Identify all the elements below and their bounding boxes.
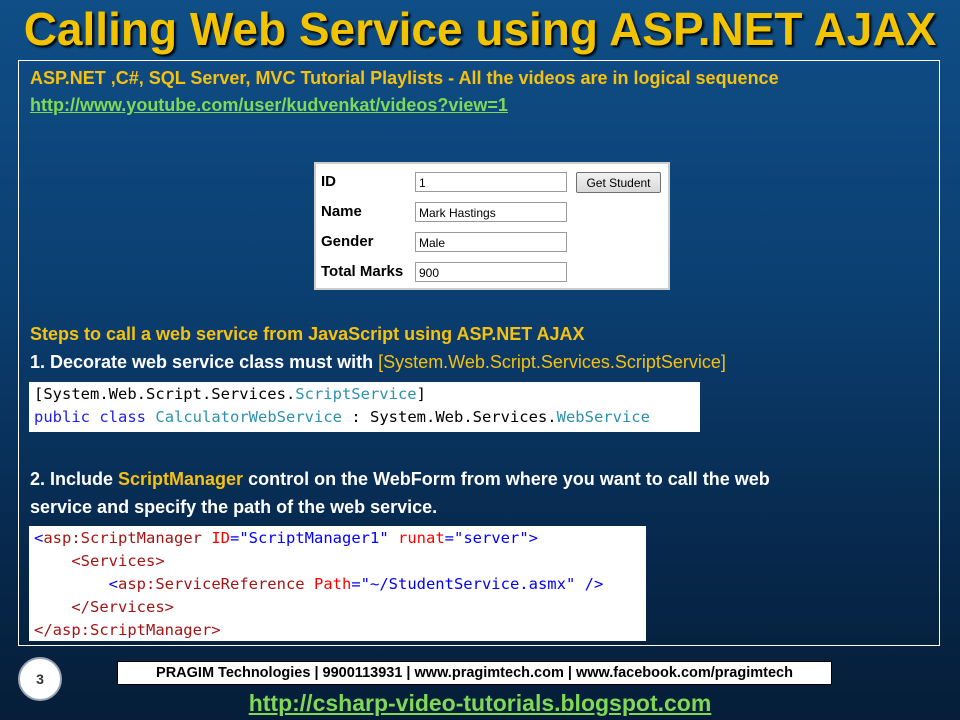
name-label: Name	[321, 203, 362, 220]
total-marks-label: Total Marks	[321, 263, 404, 280]
code2-services-open: <Services>	[71, 552, 165, 570]
code-block-scriptmanager: <asp:ScriptManager ID="ScriptManager1" r…	[29, 526, 646, 641]
footer-contact: PRAGIM Technologies | 9900113931 | www.p…	[117, 661, 832, 685]
code2-id-val: "ScriptManager1"	[239, 529, 389, 547]
gender-input[interactable]: Male	[415, 232, 567, 252]
student-form: ID 1 Get Student Name Mark Hastings Gend…	[314, 162, 670, 290]
step1-prefix: 1. Decorate web service class must with	[30, 352, 379, 372]
code1-bracket: ]	[416, 385, 426, 403]
step2-text-line2: service and specify the path of the web …	[30, 497, 438, 517]
id-label: ID	[321, 173, 336, 190]
step2-prefix: 2. Include	[30, 469, 119, 489]
code1-base-class: WebService	[556, 408, 650, 426]
code1-base-namespace: : System.Web.Services.	[342, 408, 557, 426]
code2-path-val: "~/StudentService.asmx"	[360, 575, 576, 593]
slide-title: Calling Web Service using ASP.NET AJAX	[23, 3, 937, 55]
code2-eq: =	[351, 575, 361, 593]
id-input[interactable]: 1	[415, 172, 567, 192]
total-marks-input[interactable]: 900	[415, 262, 567, 282]
code2-sm-close: </asp:ScriptManager>	[34, 621, 221, 639]
code2-services-close: </Services>	[71, 598, 174, 616]
code2-runat-attr: runat	[398, 529, 445, 547]
code2-self-close: />	[584, 575, 604, 593]
code2-gt: >	[528, 529, 539, 547]
code1-namespace: [System.Web.Script.Services.	[34, 385, 296, 403]
code2-sr-tag: asp:ServiceReference	[118, 575, 305, 593]
code-block-service-class: [System.Web.Script.Services.ScriptServic…	[29, 382, 700, 432]
code2-id-attr: ID	[211, 529, 230, 547]
code1-public-keyword: public	[34, 408, 90, 426]
step2-suffix: control on the WebForm from where you wa…	[243, 469, 770, 489]
step2-text-line1: 2. Include ScriptManager control on the …	[30, 469, 770, 490]
code1-scriptservice: ScriptService	[295, 385, 417, 403]
gender-label: Gender	[321, 233, 374, 250]
youtube-link[interactable]: http://www.youtube.com/user/kudvenkat/vi…	[30, 95, 508, 116]
code1-class-name: CalculatorWebService	[155, 408, 342, 426]
blog-link[interactable]: http://csharp-video-tutorials.blogspot.c…	[0, 690, 960, 717]
code2-lt: <	[34, 529, 44, 547]
step2-highlight: ScriptManager	[118, 469, 244, 489]
name-input[interactable]: Mark Hastings	[415, 202, 567, 222]
code2-eq: =	[230, 529, 240, 547]
step1-attribute: [System.Web.Script.Services.ScriptServic…	[378, 352, 726, 372]
playlist-text: ASP.NET ,C#, SQL Server, MVC Tutorial Pl…	[30, 68, 779, 88]
code2-sm-tag: asp:ScriptManager	[43, 529, 202, 547]
step1-text: 1. Decorate web service class must with …	[30, 352, 726, 373]
get-student-button[interactable]: Get Student	[576, 172, 661, 193]
code2-path-attr: Path	[313, 575, 352, 593]
code2-lt: <	[108, 575, 118, 593]
code2-runat-val: "server"	[454, 529, 529, 547]
steps-heading: Steps to call a web service from JavaScr…	[30, 324, 585, 344]
code2-eq: =	[444, 529, 455, 547]
code1-class-keyword: class	[99, 408, 147, 426]
